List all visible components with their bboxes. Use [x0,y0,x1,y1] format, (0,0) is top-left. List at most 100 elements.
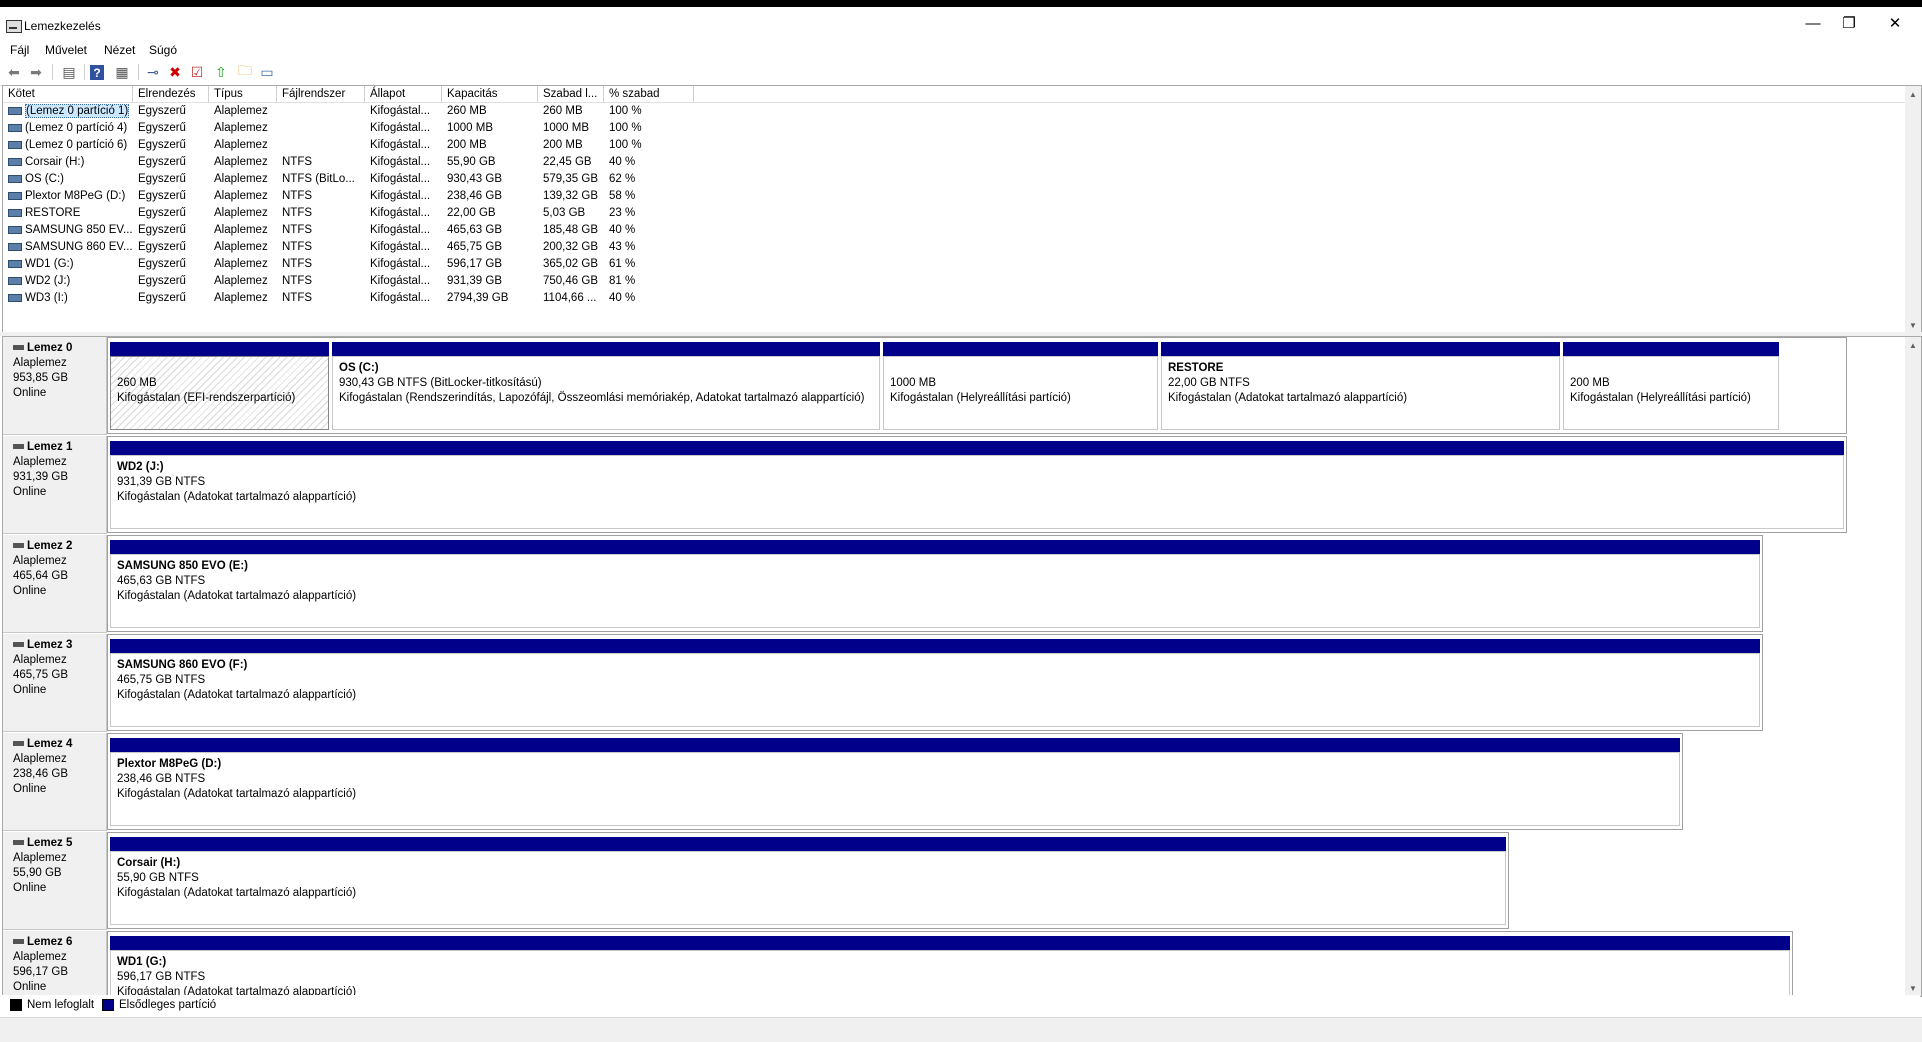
close-button[interactable]: ✕ [1872,7,1918,39]
volume-icon [8,225,22,234]
table-cell: NTFS [282,241,313,253]
graph-scrollbar[interactable]: ▲ ▼ [1905,337,1921,996]
partition-block[interactable]: WD2 (J:) 931,39 GB NTFS Kifogástalan (Adat… [110,441,1844,529]
partition-line2: Kifogástalan (Adatokat tartalmazó alappa… [117,788,357,800]
volume-list-icon[interactable]: ▭ [258,63,276,81]
maximize-button[interactable]: ❐ [1826,7,1872,39]
scroll-up-arrow-icon[interactable]: ▲ [1905,337,1921,353]
disk-status: Online [13,486,47,498]
column-header-filesystem[interactable]: Fájlrendszer [277,86,365,102]
table-cell: Egyszerű [138,275,186,287]
table-cell: 260 MB [447,105,487,117]
table-row[interactable]: Plextor M8PeG (D:) Egyszerű Alaplemez NTFS K… [3,188,693,205]
table-row[interactable]: WD2 (J:) Egyszerű Alaplemez NTFS Kifogástal.… [3,273,693,290]
table-cell: Egyszerű [138,156,186,168]
table-row[interactable]: (Lemez 0 partíció 6) Egyszerű Alaplemez Kif… [3,137,693,154]
column-header-percent-free[interactable]: % szabad [604,86,694,102]
back-icon[interactable]: ⬅ [5,63,23,81]
volume-name-cell: Corsair (H:) [3,154,133,171]
delete-icon[interactable]: ✖ [166,63,184,81]
disk-type: Alaplemez [13,753,67,765]
menu-help[interactable]: Súgó [149,43,177,57]
table-cell: Egyszerű [138,224,186,236]
folder-properties-icon[interactable]: 🗀 [236,62,254,81]
menu-file[interactable]: Fájl [10,43,29,57]
menu-view[interactable]: Nézet [104,43,135,57]
column-header-free-space[interactable]: Szabad l... [538,86,604,102]
scroll-down-arrow-icon[interactable]: ▼ [1905,317,1921,333]
partition-block[interactable]: SAMSUNG 860 EVO (F:) 465,75 GB NTFS Kifogá… [110,639,1760,727]
column-header-capacity[interactable]: Kapacitás [442,86,538,102]
disk-partitions: SAMSUNG 860 EVO (F:) 465,75 GB NTFS Kifogá… [107,634,1763,731]
disk-label[interactable]: Lemez 2 Alaplemez 465,64 GB Online [3,535,107,633]
partition-line2: Kifogástalan (EFI-rendszerpartíció) [117,392,296,404]
table-row[interactable]: (Lemez 0 partíció 1) Egyszerű Alaplemez Kif… [3,103,693,120]
show-hide-console-tree-icon[interactable]: ▤ [60,63,78,81]
partition-block[interactable]: 260 MB Kifogástalan (EFI-rendszerpartíció… [110,342,329,430]
disk-label[interactable]: Lemez 1 Alaplemez 931,39 GB Online [3,436,107,534]
disk-icon [13,543,24,549]
table-cell: 40 % [609,224,636,236]
forward-icon[interactable]: ➡ [27,63,45,81]
console-window-icon[interactable]: ▦ [113,63,131,81]
table-row[interactable]: WD1 (G:) Egyszerű Alaplemez NTFS Kifogástal.… [3,256,693,273]
disk-type: Alaplemez [13,654,67,666]
disk-label[interactable]: Lemez 0 Alaplemez 953,85 GB Online [3,337,107,435]
table-row[interactable]: Corsair (H:) Egyszerű Alaplemez NTFS Kifogás… [3,154,693,171]
partition-line1: 55,90 GB NTFS [117,872,199,884]
column-header-layout[interactable]: Elrendezés [133,86,209,102]
partition-block[interactable]: 200 MB Kifogástalan (Helyreállítási partí… [1563,342,1779,430]
table-cell: 43 % [609,241,636,253]
table-cell: 365,02 GB [543,258,598,270]
partition-block[interactable]: Corsair (H:) 55,90 GB NTFS Kifogástalan (A… [110,837,1506,925]
table-row[interactable]: WD3 (I:) Egyszerű Alaplemez NTFS Kifogástal.… [3,290,693,307]
primary-partition-bar [110,936,1790,950]
partition-block[interactable]: 1000 MB Kifogástalan (Helyreállítási part… [883,342,1158,430]
partition-line2: Kifogástalan (Adatokat tartalmazó alappa… [117,689,357,701]
menu-action[interactable]: Művelet [45,43,87,57]
table-row[interactable]: SAMSUNG 850 EV... Egyszerű Alaplemez NTFS Ki… [3,222,693,239]
table-cell: Kifogástal... [370,122,431,134]
partition-title: WD2 (J:) [117,461,164,473]
partition-title: OS (C:) [339,362,379,374]
help-icon[interactable]: ? [90,65,104,80]
column-header-status[interactable]: Állapot [365,86,442,102]
partition-block[interactable]: WD1 (G:) 596,17 GB NTFS Kifogástalan (Adat… [110,936,1790,996]
disk-type: Alaplemez [13,852,67,864]
disk-size: 953,85 GB [13,372,68,384]
partition-line1: 930,43 GB NTFS (BitLocker-titkosítású) [339,377,542,389]
volume-list[interactable]: Kötet Elrendezés Típus Fájlrendszer Álla… [2,85,1922,334]
scroll-up-arrow-icon[interactable]: ▲ [1905,86,1921,102]
volume-list-scrollbar[interactable]: ▲ ▼ [1905,86,1921,333]
table-row[interactable]: RESTORE Egyszerű Alaplemez NTFS Kifogástal..… [3,205,693,222]
connect-virtual-disk-icon[interactable]: ⊸ [144,63,162,81]
table-cell: 750,46 GB [543,275,598,287]
disk-label[interactable]: Lemez 4 Alaplemez 238,46 GB Online [3,733,107,831]
move-up-icon[interactable]: ⇧ [212,63,230,81]
disk-label[interactable]: Lemez 6 Alaplemez 596,17 GB Online [3,931,107,996]
partition-line2: Kifogástalan (Adatokat tartalmazó alappa… [117,887,357,899]
partition-block[interactable]: OS (C:) 930,43 GB NTFS (BitLocker-titkosí… [332,342,880,430]
table-row[interactable]: OS (C:) Egyszerű Alaplemez NTFS (BitLo... Ki… [3,171,693,188]
table-row[interactable]: SAMSUNG 860 EV... Egyszerű Alaplemez NTFS Ki… [3,239,693,256]
table-cell: Egyszerű [138,173,186,185]
partition-block[interactable]: Plextor M8PeG (D:) 238,46 GB NTFS Kifogást… [110,738,1680,826]
table-cell: Egyszerű [138,139,186,151]
partition-block[interactable]: RESTORE 22,00 GB NTFS Kifogástalan (Adatok… [1161,342,1560,430]
volume-name: (Lemez 0 partíció 6) [25,139,128,151]
disk-label[interactable]: Lemez 3 Alaplemez 465,75 GB Online [3,634,107,732]
volume-name: SAMSUNG 850 EV... [25,224,133,236]
disk-type: Alaplemez [13,357,67,369]
column-header-volume[interactable]: Kötet [3,86,133,102]
partition-block[interactable]: SAMSUNG 850 EVO (E:) 465,63 GB NTFS Kifogá… [110,540,1760,628]
volume-name-cell: WD2 (J:) [3,273,133,290]
checklist-icon[interactable]: ☑ [188,63,206,81]
disk-label[interactable]: Lemez 5 Alaplemez 55,90 GB Online [3,832,107,930]
partition-info: OS (C:) 930,43 GB NTFS (BitLocker-titkosí… [332,356,880,430]
disk-management-app-icon [6,20,22,33]
volume-name-cell: SAMSUNG 860 EV... [3,239,133,256]
table-cell: 200 MB [543,139,583,151]
column-header-type[interactable]: Típus [209,86,277,102]
table-row[interactable]: (Lemez 0 partíció 4) Egyszerű Alaplemez Kif… [3,120,693,137]
scroll-down-arrow-icon[interactable]: ▼ [1905,980,1921,996]
